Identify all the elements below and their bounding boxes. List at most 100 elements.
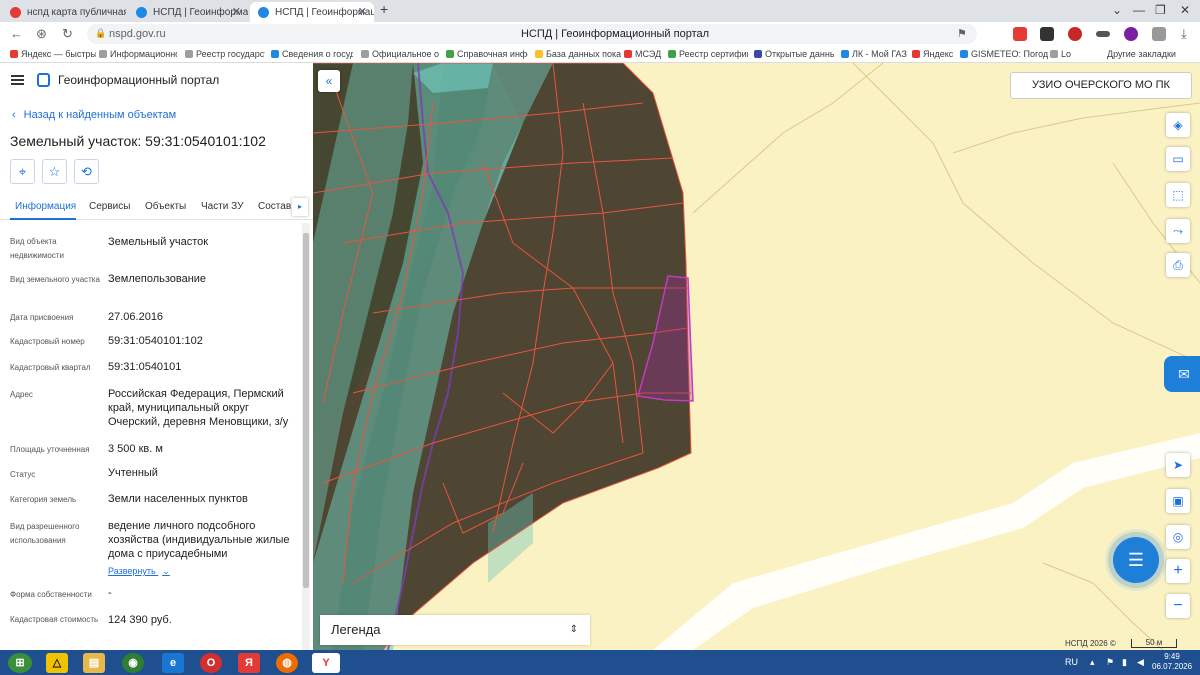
extension-icon[interactable] [1068, 27, 1082, 41]
bookmark-item[interactable]: Информационно [99, 49, 177, 59]
bookmark-item[interactable]: Открытые данны [754, 49, 834, 59]
back-arrow-icon[interactable]: ← [10, 26, 23, 41]
layers-button[interactable]: ◈ [1166, 113, 1190, 137]
taskbar-yandex[interactable]: Я [238, 653, 260, 673]
print-button[interactable]: ⎙ [1166, 253, 1190, 277]
network-icon[interactable]: ▮ [1122, 657, 1127, 668]
region-selector-button[interactable]: УЗИО ОЧЕРСКОГО МО ПК [1010, 72, 1192, 99]
extensions-puzzle-icon[interactable] [1152, 27, 1166, 41]
measure-button[interactable]: ▭ [1166, 147, 1190, 171]
taskbar-yandex-browser-active[interactable]: Y [312, 653, 340, 673]
maximize-button[interactable]: ❐ [1155, 3, 1166, 17]
yandex-browser-icon[interactable]: ⊛ [36, 26, 47, 42]
bookmark-item[interactable]: Реестр сертифик [668, 49, 748, 59]
ruler-icon: ▭ [1172, 152, 1184, 166]
minimize-button[interactable]: — [1133, 3, 1145, 17]
field-label: Кадастровая стоимость [10, 615, 99, 624]
taskbar-ie[interactable]: e [162, 653, 184, 673]
tray-app-icon[interactable]: ⚑ [1106, 657, 1114, 668]
bookmark-icon[interactable]: ⚑ [957, 27, 967, 40]
opera-icon: O [206, 657, 216, 669]
map-view[interactable]: « УЗИО ОЧЕРСКОГО МО ПК ◈ ▭ ⬚ ⤳ ⎙ ✉ ➤ ▣ ◎… [313, 63, 1200, 650]
bookmark-item[interactable]: Яндекс [912, 49, 958, 59]
browser-tab-3-active[interactable]: НСПД | Геоинформационный ✕ [250, 2, 374, 22]
portal-name: Геоинформационный портал [58, 73, 220, 87]
download-icon[interactable]: ⤓ [1181, 26, 1187, 42]
tab-composition[interactable]: Состав [258, 201, 291, 212]
adblock-extension-icon[interactable] [1013, 27, 1027, 41]
bookmark-item[interactable]: ЛК - Мой ГАЗ [841, 49, 917, 59]
close-tab-icon[interactable]: ✕ [358, 5, 367, 18]
select-area-button[interactable]: ⬚ [1166, 183, 1190, 207]
collapse-panel-button[interactable]: « [318, 70, 340, 92]
taskbar-opera[interactable]: O [200, 653, 222, 673]
site-icon [841, 50, 849, 58]
star-icon: ☆ [48, 164, 61, 179]
extension-icon[interactable] [1096, 31, 1110, 37]
tab-services[interactable]: Сервисы [89, 201, 130, 212]
field-value: - [108, 587, 112, 599]
search-location-button[interactable]: ◎ [1166, 525, 1190, 549]
map-canvas[interactable] [313, 63, 1200, 650]
navigation-arrow-icon: ➤ [1172, 458, 1184, 472]
expand-link[interactable]: Развернуть ⌄ [108, 566, 170, 577]
bookmark-item[interactable]: Lo [1050, 49, 1076, 59]
start-button[interactable]: ⊞ [8, 653, 32, 673]
browser-toolbar: ← ⊛ ↻ 🔒 nspd.gov.ru НСПД | Геоинформацио… [0, 22, 1200, 46]
history-button[interactable]: ⟲ [74, 159, 99, 184]
bookmark-item[interactable]: Официальное оп [361, 49, 439, 59]
minimap-button[interactable]: ▣ [1166, 489, 1190, 513]
page-icon [1050, 50, 1058, 58]
tab-parts[interactable]: Части ЗУ [201, 201, 243, 212]
extension-icon[interactable] [1124, 27, 1138, 41]
zoom-in-button[interactable]: + [1166, 559, 1190, 583]
clock[interactable]: 9:49 06.07.2026 [1152, 652, 1192, 672]
panel-scrollbar-thumb[interactable] [303, 233, 309, 588]
tab-objects[interactable]: Объекты [145, 201, 186, 212]
browser-tab-1[interactable]: нспд карта публичная кадастровая [2, 2, 126, 22]
tray-expand-icon[interactable]: ▴ [1090, 657, 1095, 668]
extension-icon[interactable] [1040, 27, 1054, 41]
close-tab-icon[interactable]: ✕ [232, 5, 241, 18]
tab-search-icon[interactable]: ⌄ [1112, 3, 1122, 17]
share-button[interactable]: ⤳ [1166, 219, 1190, 243]
field-label: Дата присвоения [10, 313, 74, 322]
volume-icon[interactable]: ◀ [1137, 657, 1144, 668]
bookmark-item[interactable]: МСЭД [624, 49, 664, 59]
field-label: Статус [10, 470, 36, 479]
bookmark-item[interactable]: Реестр государст [185, 49, 265, 59]
input-language[interactable]: RU [1065, 657, 1078, 667]
new-tab-button[interactable]: + [380, 1, 388, 17]
geolocation-button[interactable]: ➤ [1166, 453, 1190, 477]
field-value: 124 390 руб. [108, 614, 172, 626]
tab-info[interactable]: Информация [15, 201, 76, 212]
support-chat-button[interactable]: ☰ [1113, 537, 1159, 583]
favorite-button[interactable]: ☆ [42, 159, 67, 184]
taskbar-explorer[interactable]: ▤ [83, 653, 105, 673]
bookmark-item[interactable]: Справочная инфо [446, 49, 528, 59]
other-bookmarks[interactable]: Другие закладки [1107, 49, 1197, 59]
bookmark-item[interactable]: База данных пока [535, 49, 621, 59]
reload-icon[interactable]: ↻ [62, 26, 73, 42]
close-window-button[interactable]: ✕ [1180, 3, 1190, 17]
print-icon: ⎙ [1173, 258, 1183, 272]
bookmark-item[interactable]: GISMETEO: Погода [960, 49, 1048, 59]
zoom-out-button[interactable]: − [1166, 594, 1190, 618]
address-bar[interactable]: 🔒 nspd.gov.ru НСПД | Геоинформационный п… [87, 24, 977, 44]
back-to-results-link[interactable]: ‹ Назад к найденным объектам [12, 109, 176, 121]
tabs-scroll-right-button[interactable]: ▸ [292, 198, 308, 216]
side-panel-toggle[interactable]: ✉ [1164, 356, 1200, 392]
taskbar-firefox[interactable]: ◍ [276, 653, 298, 673]
zone-line [852, 63, 1200, 364]
browser-tab-2[interactable]: НСПД | Геоинформационный ✕ [128, 2, 248, 22]
taskbar-chrome[interactable]: ◉ [122, 653, 144, 673]
bookmark-item[interactable]: Яндекс — быстрый [10, 49, 96, 59]
taskbar-app[interactable]: △ [46, 653, 68, 673]
legend-dropdown[interactable]: Легенда ⇕ [320, 615, 590, 645]
menu-icon[interactable] [11, 75, 24, 85]
bookmark-item[interactable]: Сведения о госуд [271, 49, 353, 59]
field-value: Земли населенных пунктов [108, 493, 248, 505]
locate-on-map-button[interactable]: ⌖ [10, 159, 35, 184]
folder-icon: ▤ [88, 657, 100, 669]
site-icon [535, 50, 543, 58]
